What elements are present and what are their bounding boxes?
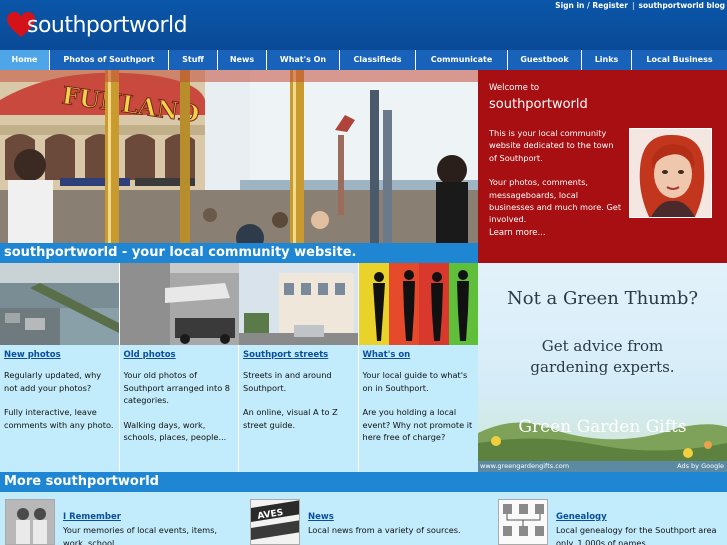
silhouettes-image[interactable]	[358, 263, 478, 345]
nav-links[interactable]: Links	[582, 50, 632, 70]
funland-scene: FUNLAND	[0, 70, 478, 243]
logo-text: southportworld	[27, 13, 188, 38]
genealogy-thumb[interactable]	[498, 499, 548, 545]
tile-old-photos: Old photos Your old photos of Southport …	[119, 263, 239, 472]
site-header: southportworld Sign in / Register | southp…	[0, 0, 727, 50]
street-photo[interactable]	[239, 263, 358, 345]
portrait-image	[629, 128, 712, 218]
tile-text: Streets in and around Southport. An onli…	[243, 369, 356, 431]
ads-by-google-link[interactable]: Ads by Google	[677, 462, 724, 470]
nav-photos-of-southport[interactable]: Photos of Southport	[50, 50, 169, 70]
welcome-box: Welcome to southportworld This is your l…	[478, 70, 727, 263]
nav-guestbook[interactable]: Guestbook	[508, 50, 582, 70]
link-separator: |	[631, 1, 635, 10]
feature-desc: Local genealogy for the Southport area o…	[556, 525, 717, 545]
tile-text: Your local guide to what's on in Southpo…	[363, 369, 476, 444]
hero-image: FUNLAND	[0, 70, 478, 243]
aerial-photo[interactable]	[0, 263, 119, 345]
tagline-bar: southportworld - your local community we…	[0, 243, 478, 263]
tile-text-1: Your old photos of Southport arranged in…	[123, 370, 231, 405]
feature-i-remember: I Remember Your memories of local events…	[5, 499, 240, 545]
tile-title[interactable]: What's on	[363, 350, 411, 360]
sign-in-register-link[interactable]: Sign in / Register	[555, 1, 628, 10]
tile-text: Regularly updated, why not add your phot…	[4, 369, 117, 431]
nav-communicate[interactable]: Communicate	[416, 50, 508, 70]
feature-news: AVES News Local news from a variety of s…	[250, 499, 490, 545]
tile-text-2: Walking days, work, schools, places, peo…	[123, 419, 227, 443]
tile-title[interactable]: Old photos	[124, 350, 176, 360]
feature-tiles: New photos Regularly updated, why not ad…	[0, 263, 478, 472]
top-links: Sign in / Register | southportworld blog	[555, 1, 725, 10]
welcome-desc-2: Your photos, comments, messageboards, lo…	[489, 177, 622, 225]
feature-title[interactable]: Genealogy	[556, 512, 607, 522]
feature-desc: Local news from a variety of sources.	[308, 525, 461, 535]
tile-whats-on: What's on Your local guide to what's on …	[358, 263, 478, 472]
nav-stuff[interactable]: Stuff	[169, 50, 218, 70]
feature-title[interactable]: I Remember	[63, 512, 121, 522]
feature-desc: Your memories of local events, items, wo…	[63, 525, 217, 545]
nav-local-business[interactable]: Local Business	[632, 50, 727, 70]
welcome-pre: Welcome to	[489, 83, 540, 93]
tile-title[interactable]: New photos	[4, 350, 61, 360]
nav-classifieds[interactable]: Classifieds	[340, 50, 416, 70]
tile-text-2: An online, visual A to Z street guide.	[243, 407, 338, 430]
learn-more-link[interactable]: Learn more...	[489, 228, 546, 238]
advertisement[interactable]: Not a Green Thumb? Get advice from garde…	[478, 263, 727, 472]
ad-subline: Get advice from gardening experts.	[530, 337, 675, 376]
welcome-description: This is your local community website ded…	[489, 127, 623, 226]
tile-new-photos: New photos Regularly updated, why not ad…	[0, 263, 120, 472]
news-thumb[interactable]: AVES	[250, 499, 300, 545]
more-section: I Remember Your memories of local events…	[0, 492, 727, 545]
tile-text-1: Streets in and around Southport.	[243, 370, 332, 393]
blog-link[interactable]: southportworld blog	[639, 1, 725, 10]
tile-text-2: Are you holding a local event? Why not p…	[362, 407, 473, 442]
welcome-title: southportworld	[489, 97, 588, 112]
nav-whats-on[interactable]: What's On	[267, 50, 340, 70]
feature-genealogy: Genealogy Local genealogy for the Southp…	[498, 499, 725, 545]
welcome-desc-1: This is your local community website ded…	[489, 128, 614, 163]
nav-news[interactable]: News	[218, 50, 267, 70]
old-street-photo[interactable]	[119, 263, 239, 345]
ad-headline: Not a Green Thumb?	[506, 288, 699, 309]
tile-text: Your old photos of Southport arranged in…	[124, 369, 237, 444]
tile-southport-streets: Southport streets Streets in and around …	[239, 263, 359, 472]
tile-text-1: Regularly updated, why not add your phot…	[4, 370, 102, 393]
tile-text-2: Fully interactive, leave comments with a…	[4, 407, 114, 430]
tile-title[interactable]: Southport streets	[243, 350, 328, 360]
i-remember-thumb[interactable]	[5, 499, 55, 545]
feature-title[interactable]: News	[308, 512, 334, 522]
ad-brand: Green Garden Gifts	[518, 417, 687, 437]
tile-text-1: Your local guide to what's on in Southpo…	[362, 370, 468, 393]
more-section-bar: More southportworld	[0, 472, 727, 492]
nav-home[interactable]: Home	[0, 50, 50, 70]
ad-url[interactable]: www.greengardengifts.com	[480, 462, 569, 470]
main-nav: Home Photos of Southport Stuff News What…	[0, 50, 727, 70]
